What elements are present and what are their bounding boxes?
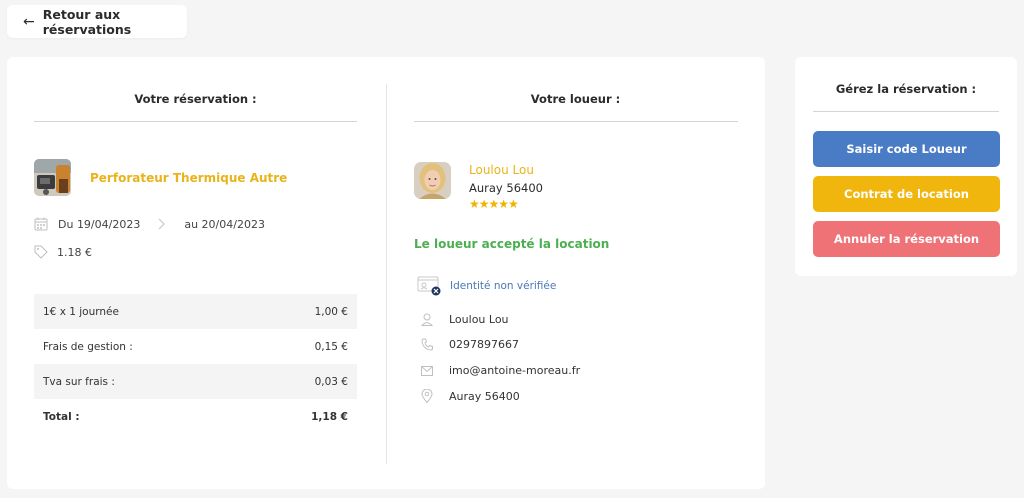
fee-total-row: Total : 1,18 €	[34, 399, 357, 434]
fee-row: Frais de gestion : 0,15 €	[34, 329, 357, 364]
reservation-price: 1.18 €	[34, 245, 92, 259]
owner-title-divider	[414, 121, 738, 122]
fee-row: 1€ x 1 journée 1,00 €	[34, 294, 357, 329]
manage-reservation-card: Gérez la réservation : Saisir code Loueu…	[795, 57, 1017, 276]
reservation-status: Le loueur accepté la location	[414, 237, 610, 251]
owner-name[interactable]: Loulou Lou	[469, 163, 534, 177]
date-from: Du 19/04/2023	[58, 217, 141, 231]
calendar-icon	[34, 217, 48, 231]
date-to: au 20/04/2023	[184, 217, 265, 231]
reservation-title-divider	[34, 121, 357, 122]
product-thumbnail[interactable]	[34, 159, 71, 196]
owner-city: Auray 56400	[469, 181, 543, 195]
chevron-right-icon	[158, 218, 166, 230]
contact-phone-row: 0297897667	[421, 338, 519, 351]
contact-address-row: Auray 56400	[421, 389, 520, 403]
envelope-icon	[421, 365, 433, 376]
back-button-label: Retour aux réservations	[42, 6, 132, 37]
identity-status: Identité non vérifiée	[417, 276, 556, 296]
contact-address: Auray 56400	[449, 389, 520, 403]
fee-breakdown-table: 1€ x 1 journée 1,00 € Frais de gestion :…	[34, 294, 357, 434]
cancel-reservation-button[interactable]: Annuler la réservation	[813, 221, 1000, 257]
user-icon	[421, 313, 433, 326]
back-to-reservations-button[interactable]: ← Retour aux réservations	[7, 5, 187, 38]
identity-card-icon	[417, 276, 441, 296]
price-value: 1.18 €	[57, 245, 92, 259]
reservation-details-card: Votre réservation : Perforateur Thermiqu…	[7, 57, 765, 489]
location-pin-icon	[421, 389, 433, 403]
price-tag-icon	[34, 245, 48, 259]
manage-section-title: Gérez la réservation :	[835, 82, 977, 96]
identity-status-label: Identité non vérifiée	[450, 280, 557, 292]
contact-phone[interactable]: 0297897667	[449, 338, 519, 351]
owner-rating-stars: ★★★★★	[469, 197, 519, 211]
fee-row: Tva sur frais : 0,03 €	[34, 364, 357, 399]
fee-label: Frais de gestion :	[43, 340, 133, 353]
contact-email[interactable]: imo@antoine-moreau.fr	[449, 364, 580, 377]
column-divider	[386, 84, 387, 464]
contact-email-row: imo@antoine-moreau.fr	[421, 364, 580, 377]
fee-label: 1€ x 1 journée	[43, 305, 119, 318]
total-value: 1,18 €	[311, 410, 348, 423]
fee-label: Tva sur frais :	[43, 375, 115, 388]
fee-value: 0,03 €	[314, 375, 348, 388]
contact-name: Loulou Lou	[449, 313, 509, 326]
manage-title-divider	[813, 111, 999, 112]
enter-owner-code-button[interactable]: Saisir code Loueur	[813, 131, 1000, 167]
phone-icon	[421, 338, 433, 351]
reservation-section-title: Votre réservation :	[134, 92, 257, 106]
rental-contract-button[interactable]: Contrat de location	[813, 176, 1000, 212]
contact-name-row: Loulou Lou	[421, 313, 509, 326]
reservation-dates: Du 19/04/2023 au 20/04/2023	[34, 217, 265, 231]
total-label: Total :	[43, 410, 80, 423]
fee-value: 1,00 €	[314, 305, 348, 318]
owner-section-title: Votre loueur :	[530, 92, 621, 106]
arrow-left-icon: ←	[23, 13, 35, 30]
owner-avatar[interactable]	[414, 162, 451, 199]
fee-value: 0,15 €	[314, 340, 348, 353]
product-title[interactable]: Perforateur Thermique Autre	[90, 171, 287, 185]
